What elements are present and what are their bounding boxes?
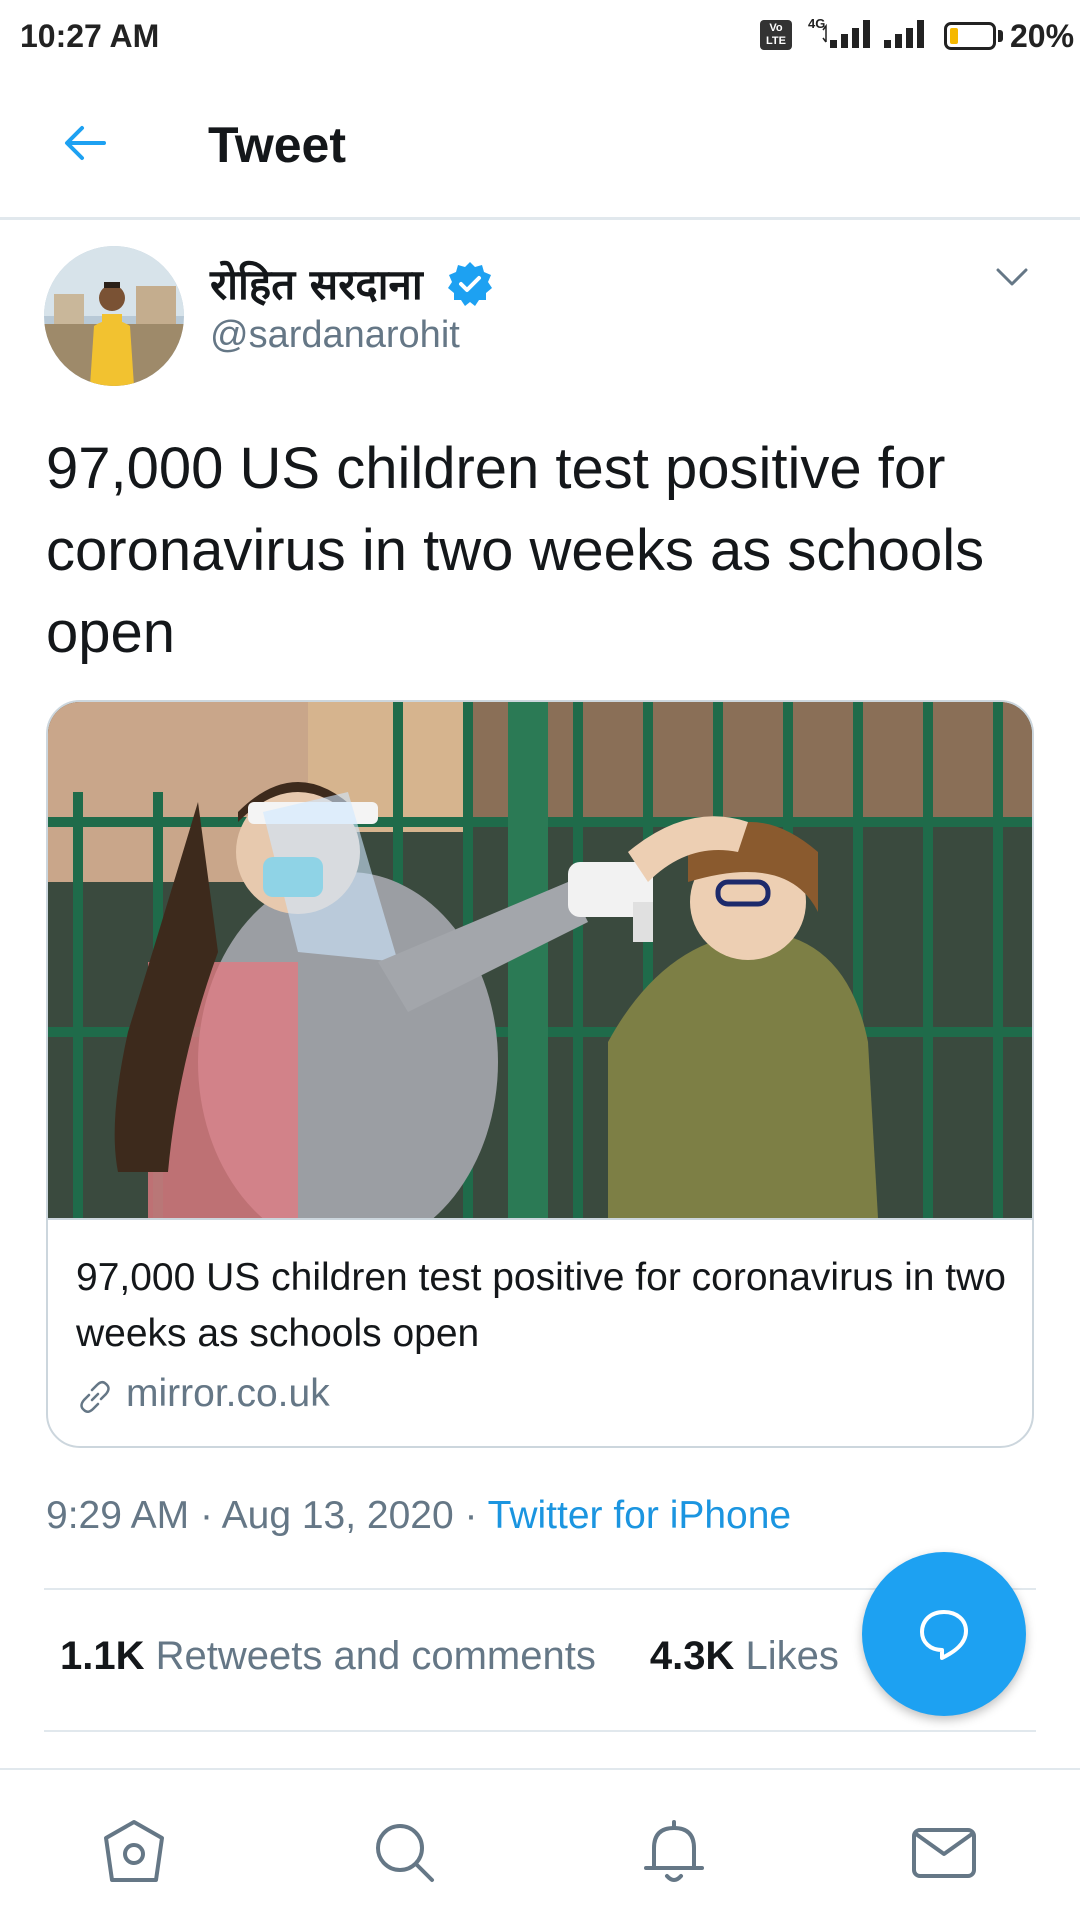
tweet-source-link[interactable]: Twitter for iPhone <box>488 1494 791 1537</box>
meta-separator: · <box>199 1494 213 1537</box>
likes-label: Likes <box>745 1634 839 1678</box>
bottom-navigation <box>0 1768 1080 1920</box>
card-title: 97,000 US children test positive for cor… <box>76 1256 1006 1355</box>
card-image <box>48 702 1032 1218</box>
avatar-photo <box>44 246 184 386</box>
tweet-time: 9:29 AM <box>46 1494 190 1537</box>
search-icon[interactable] <box>366 1814 442 1890</box>
signal-strength-icon <box>822 20 870 48</box>
retweets-label: Retweets and comments <box>155 1634 596 1678</box>
link-preview-card[interactable]: 97,000 US children test positive for cor… <box>46 700 1034 1448</box>
home-icon[interactable] <box>96 1814 172 1890</box>
tweet-date: Aug 13, 2020 <box>221 1494 454 1537</box>
link-icon <box>80 1381 110 1413</box>
card-domain: mirror.co.uk <box>126 1372 330 1415</box>
battery-percent: 20% <box>1010 18 1075 54</box>
avatar[interactable] <box>44 246 184 386</box>
card-divider <box>48 1218 1032 1220</box>
author-handle[interactable]: @sardanarohit <box>210 314 460 357</box>
likes-count: 4.3K <box>649 1634 735 1678</box>
meta-separator: · <box>464 1494 478 1537</box>
speech-bubble-icon <box>920 1610 968 1660</box>
retweets-stat[interactable]: 1.1K Retweets and comments <box>60 1634 596 1678</box>
likes-stat[interactable]: 4.3K Likes <box>650 1634 839 1678</box>
battery-level-fill <box>950 28 958 44</box>
top-app-bar <box>0 72 1080 220</box>
volte-icon: Vo LTE <box>760 20 792 50</box>
battery-tip <box>998 30 1003 42</box>
verified-badge-icon <box>448 262 492 306</box>
tweet-metadata: 9:29 AM · Aug 13, 2020 · Twitter for iPh… <box>46 1494 791 1538</box>
mail-icon[interactable] <box>906 1814 982 1890</box>
status-time: 10:27 AM <box>20 18 160 54</box>
bell-icon[interactable] <box>636 1814 712 1890</box>
battery-icon <box>944 22 996 50</box>
tweet-text: 97,000 US children test positive for cor… <box>46 436 985 665</box>
reply-fab-button[interactable] <box>862 1552 1026 1716</box>
divider <box>44 1730 1036 1732</box>
author-name[interactable]: रोहित सरदाना <box>210 255 423 312</box>
signal-strength-icon <box>884 20 924 48</box>
retweets-count: 1.1K <box>60 1634 145 1678</box>
arrow-left-icon[interactable] <box>60 118 110 168</box>
chevron-down-icon[interactable] <box>992 262 1032 292</box>
tweet-stats: 1.1K Retweets and comments 4.3K Likes <box>60 1634 839 1679</box>
page-title: Tweet <box>208 117 346 173</box>
